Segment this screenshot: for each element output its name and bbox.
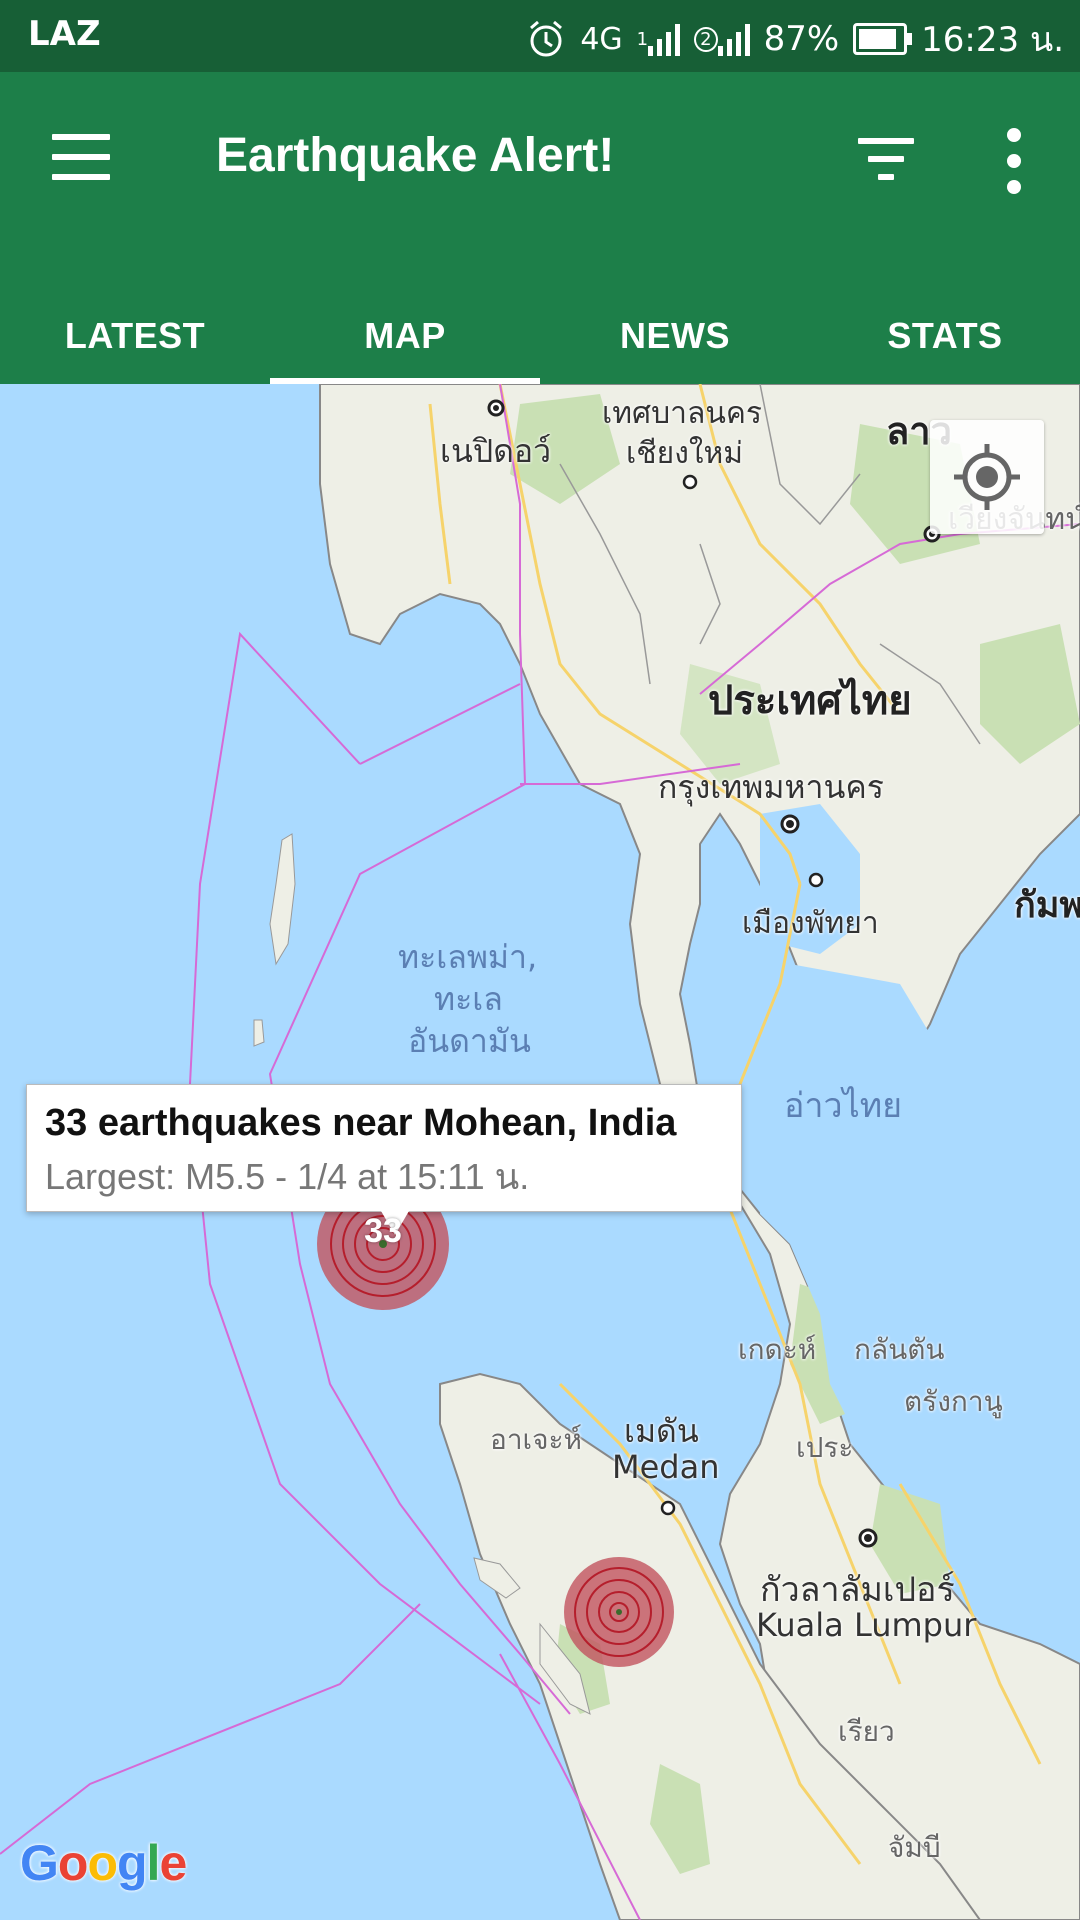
map-label-kelantan: กลันตัน — [854, 1333, 945, 1366]
map-view[interactable]: เนปิดอว์ เทศบาลนคร เชียงใหม่ ลาว เวียงจั… — [0, 384, 1080, 1920]
map-label-terengganu: ตรังกานู — [904, 1385, 1003, 1418]
app-bar: Earthquake Alert! LATEST MAP NEWS STATS — [0, 72, 1080, 384]
menu-icon[interactable] — [52, 134, 112, 182]
map-label-kedah: เกดะห์ — [738, 1333, 817, 1366]
alarm-icon — [526, 19, 566, 59]
tab-latest[interactable]: LATEST — [0, 288, 270, 384]
sim2-label: 2 — [694, 26, 718, 52]
clock: 16:23 น. — [921, 20, 1064, 60]
map-label-thailand: ประเทศไทย — [708, 678, 912, 724]
more-options-icon[interactable] — [1000, 128, 1028, 194]
google-logo: Google — [20, 1835, 187, 1891]
tab-stats[interactable]: STATS — [810, 288, 1080, 384]
tab-bar: LATEST MAP NEWS STATS — [0, 288, 1080, 384]
earthquake-info-window[interactable]: 33 earthquakes near Mohean, India Larges… — [26, 1084, 742, 1235]
my-location-button[interactable] — [930, 420, 1044, 534]
map-label-jambi: จัมบี — [888, 1831, 941, 1864]
sim2-signal-icon: 2 — [694, 22, 750, 56]
map-label-chiangmai-2: เชียงใหม่ — [626, 436, 744, 471]
tab-news[interactable]: NEWS — [540, 288, 810, 384]
app-title: Earthquake Alert! — [216, 129, 615, 182]
sim1-signal-icon: 1 — [636, 22, 681, 56]
filter-icon[interactable] — [858, 134, 918, 184]
tab-map[interactable]: MAP — [270, 288, 540, 384]
map-label-cambodia: กัมพ — [1014, 885, 1080, 926]
carrier-label: LAZ — [28, 14, 101, 54]
crosshair-icon — [954, 444, 1020, 510]
network-type-label: 4G — [580, 21, 623, 57]
battery-icon — [853, 23, 913, 55]
map-label-bangkok: กรุงเทพมหานคร — [658, 768, 884, 806]
info-window-subtitle: Largest: M5.5 - 1/4 at 15:11 น. — [45, 1156, 530, 1197]
map-label-gulf-thailand: อ่าวไทย — [784, 1086, 903, 1126]
map-label-perak: เประ — [796, 1431, 854, 1464]
map-label-pattaya: เมืองพัทยา — [742, 906, 879, 941]
map-label-medan-en: Medan — [612, 1448, 720, 1486]
map-label-andaman-3: อันดามัน — [408, 1022, 531, 1060]
info-window-title: 33 earthquakes near Mohean, India — [45, 1102, 677, 1144]
map-label-riau: เรียว — [838, 1715, 895, 1748]
map-label-naypyidaw: เนปิดอว์ — [440, 432, 552, 470]
battery-percent: 87% — [763, 19, 840, 59]
sim1-label: 1 — [636, 28, 649, 50]
map-label-aceh: อาเจะห์ — [490, 1423, 583, 1456]
quake-cluster-marker-2 — [564, 1557, 674, 1667]
map-label-kl-en: Kuala Lumpur — [756, 1606, 977, 1644]
status-bar: LAZ 4G 1 2 87% 16:23 น. — [0, 0, 1080, 72]
cluster-count-label[interactable]: 33 — [358, 1212, 408, 1251]
